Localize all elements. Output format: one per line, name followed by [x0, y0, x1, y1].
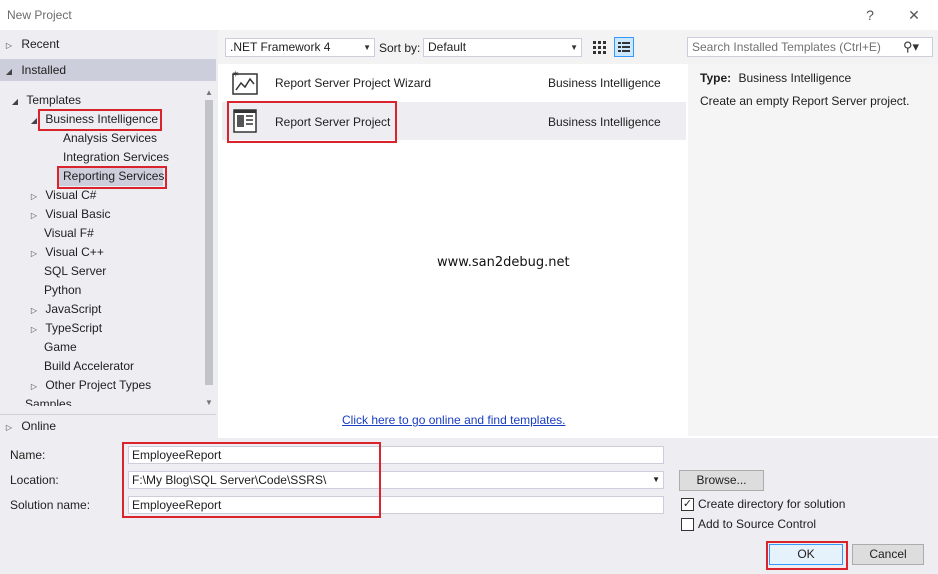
expand-icon: ▷	[30, 382, 38, 391]
scroll-up-icon[interactable]: ▲	[202, 88, 216, 97]
tree-label: Business Intelligence	[45, 112, 159, 126]
type-label: Type:	[700, 71, 732, 85]
tree-item-sql-server[interactable]: SQL Server	[44, 262, 106, 281]
template-row-report-project[interactable]: Report Server Project Business Intellige…	[222, 102, 686, 140]
tree-label: Templates	[26, 93, 82, 107]
tree-item-samples[interactable]: Samples	[25, 395, 72, 406]
location-value: F:\My Blog\SQL Server\Code\SSRS\	[132, 473, 327, 487]
source-control-label: Add to Source Control	[698, 517, 817, 531]
expand-icon: ▷	[30, 325, 38, 334]
sort-label: Sort by:	[379, 41, 421, 55]
expand-icon: ▷	[30, 249, 38, 258]
template-row-report-wizard[interactable]: ✶ Report Server Project Wizard Business …	[222, 64, 686, 102]
template-category: Business Intelligence	[548, 76, 661, 90]
name-input[interactable]: EmployeeReport	[128, 446, 664, 464]
window-title: New Project	[7, 8, 72, 22]
expand-icon: ▷	[30, 211, 38, 220]
template-category: Business Intelligence	[548, 115, 661, 129]
tree-item-typescript[interactable]: ▷ TypeScript	[29, 319, 102, 338]
nav-installed[interactable]: ◢ Installed	[0, 59, 216, 81]
sort-value: Default	[428, 40, 467, 54]
ok-button[interactable]: OK	[769, 544, 843, 565]
tree-item-reporting-services[interactable]: Reporting Services	[59, 167, 164, 186]
tree-label: Visual C#	[45, 188, 97, 202]
tree-label: Other Project Types	[45, 378, 152, 392]
list-view-button[interactable]	[614, 37, 634, 57]
collapse-icon: ◢	[11, 97, 19, 106]
tree-label: Visual C++	[45, 245, 104, 259]
expand-icon: ▷	[5, 41, 13, 50]
location-input[interactable]: F:\My Blog\SQL Server\Code\SSRS\ ▼	[128, 471, 664, 489]
template-name: Report Server Project Wizard	[275, 76, 432, 90]
tree-label: JavaScript	[45, 302, 102, 316]
collapse-icon: ◢	[30, 116, 38, 125]
browse-button[interactable]: Browse...	[679, 470, 764, 491]
tree-item-game[interactable]: Game	[44, 338, 77, 357]
help-button[interactable]: ?	[860, 5, 880, 25]
search-icon[interactable]: ⚲▾	[903, 39, 919, 55]
tree-item-javascript[interactable]: ▷ JavaScript	[29, 300, 101, 319]
watermark-text: www.san2debug.net	[437, 255, 570, 270]
search-placeholder: Search Installed Templates (Ctrl+E)	[692, 40, 881, 54]
tree-clip: Samples	[0, 395, 202, 406]
nav-online-label: Online	[21, 419, 57, 433]
solution-name-label: Solution name:	[10, 498, 91, 512]
tree-item-build-accelerator[interactable]: Build Accelerator	[44, 357, 134, 376]
title-bar	[0, 0, 938, 30]
framework-value: .NET Framework 4	[230, 40, 331, 54]
framework-dropdown[interactable]: .NET Framework 4 ▼	[225, 38, 375, 57]
tree-label: Visual Basic	[45, 207, 111, 221]
chevron-down-icon: ▼	[570, 43, 578, 52]
template-name: Report Server Project	[275, 115, 391, 129]
tree-item-python[interactable]: Python	[44, 281, 81, 300]
close-button[interactable]: ✕	[904, 5, 924, 25]
template-type: Type: Business Intelligence	[700, 71, 851, 85]
tree-item-visual-cpp[interactable]: ▷ Visual C++	[29, 243, 104, 262]
cancel-button[interactable]: Cancel	[852, 544, 924, 565]
type-value: Business Intelligence	[738, 71, 852, 85]
name-label: Name:	[10, 448, 46, 462]
grid-view-icon	[593, 41, 606, 54]
details-panel	[688, 64, 938, 436]
location-label: Location:	[10, 473, 59, 487]
small-icons-view-button[interactable]	[589, 37, 609, 57]
solution-name-input[interactable]: EmployeeReport	[128, 496, 664, 514]
scroll-down-icon[interactable]: ▼	[202, 398, 216, 407]
tree-item-other-project-types[interactable]: ▷ Other Project Types	[29, 376, 151, 395]
list-view-icon	[618, 42, 630, 52]
source-control-checkbox[interactable]	[681, 518, 694, 531]
expand-icon: ▷	[30, 192, 38, 201]
tree-item-analysis-services[interactable]: Analysis Services	[63, 129, 157, 148]
tree-item-integration-services[interactable]: Integration Services	[63, 148, 169, 167]
svg-text:✶: ✶	[232, 70, 240, 80]
nav-scroll-thumb[interactable]	[205, 100, 213, 385]
create-directory-checkbox[interactable]: ✓	[681, 498, 694, 511]
template-search-input[interactable]: Search Installed Templates (Ctrl+E)	[687, 37, 933, 57]
online-templates-link[interactable]: Click here to go online and find templat…	[342, 413, 565, 427]
report-project-icon	[230, 107, 260, 135]
chevron-down-icon: ▼	[363, 43, 371, 52]
report-wizard-icon: ✶	[230, 69, 260, 97]
create-directory-label: Create directory for solution	[698, 497, 846, 511]
expand-icon: ▷	[5, 423, 13, 432]
tree-item-visual-csharp[interactable]: ▷ Visual C#	[29, 186, 97, 205]
collapse-icon: ◢	[5, 67, 13, 76]
tree-item-business-intelligence[interactable]: ◢ Business Intelligence	[29, 110, 158, 129]
template-description: Create an empty Report Server project.	[700, 94, 910, 108]
tree-item-visual-basic[interactable]: ▷ Visual Basic	[29, 205, 111, 224]
nav-online[interactable]: ▷ Online	[0, 414, 216, 436]
sort-dropdown[interactable]: Default ▼	[423, 38, 582, 57]
nav-recent-label: Recent	[21, 37, 60, 51]
tree-item-visual-fsharp[interactable]: Visual F#	[44, 224, 94, 243]
tree-label: TypeScript	[45, 321, 103, 335]
chevron-down-icon[interactable]: ▼	[652, 472, 660, 488]
nav-installed-label: Installed	[21, 63, 67, 77]
nav-recent[interactable]: ▷ Recent	[0, 33, 216, 55]
tree-item-templates[interactable]: ◢ Templates	[10, 91, 81, 110]
expand-icon: ▷	[30, 306, 38, 315]
